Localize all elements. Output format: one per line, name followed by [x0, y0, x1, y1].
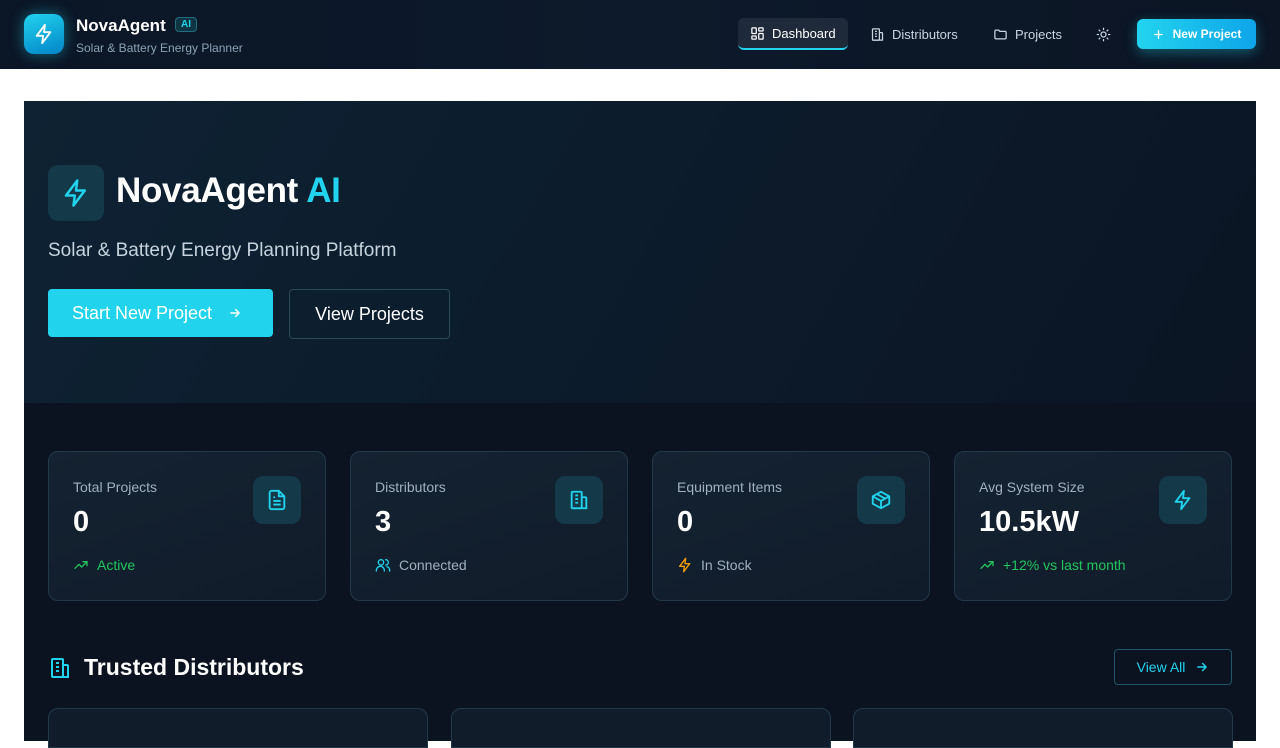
- distributor-card[interactable]: [853, 708, 1233, 748]
- nav-projects[interactable]: Projects: [981, 18, 1074, 50]
- users-icon: [375, 557, 391, 573]
- stat-footer-text: In Stock: [701, 557, 752, 573]
- stat-footer: Active: [73, 557, 135, 573]
- sun-icon[interactable]: [1091, 22, 1115, 46]
- brand-subtitle: Solar & Battery Energy Planner: [76, 41, 243, 55]
- nav-dashboard[interactable]: Dashboard: [738, 18, 848, 50]
- document-icon: [253, 476, 301, 524]
- distributor-card[interactable]: [48, 708, 428, 748]
- stat-footer: In Stock: [677, 557, 752, 573]
- hero-section: NovaAgent AI Solar & Battery Energy Plan…: [24, 101, 1256, 403]
- stat-footer-text: Connected: [399, 557, 467, 573]
- nav-dashboard-label: Dashboard: [772, 25, 836, 41]
- arrow-right-icon: [1195, 660, 1209, 674]
- stat-label: Avg System Size: [979, 479, 1085, 495]
- stat-value: 0: [73, 506, 90, 538]
- building-icon: [870, 27, 885, 42]
- dashboard-main: NovaAgent AI Solar & Battery Energy Plan…: [24, 101, 1256, 748]
- arrow-right-icon: [228, 306, 242, 320]
- bolt-icon: [1159, 476, 1207, 524]
- hero-title-main: NovaAgent: [116, 171, 299, 210]
- start-new-project-button[interactable]: Start New Project: [48, 289, 273, 337]
- stat-label: Equipment Items: [677, 479, 783, 495]
- view-projects-button[interactable]: View Projects: [289, 289, 450, 339]
- stat-footer: +12% vs last month: [979, 557, 1126, 573]
- section-title-text: Trusted Distributors: [84, 654, 304, 680]
- hero-title-accent: AI: [306, 171, 341, 210]
- hero-subtitle: Solar & Battery Energy Planning Platform: [48, 240, 397, 261]
- building-icon: [555, 476, 603, 524]
- box-icon: [857, 476, 905, 524]
- nav-distributors-label: Distributors: [892, 26, 958, 42]
- building-icon: [48, 656, 72, 680]
- distributor-card[interactable]: [451, 708, 831, 748]
- section-title: Trusted Distributors: [48, 654, 304, 681]
- start-new-project-label: Start New Project: [72, 302, 213, 323]
- stat-card-equipment: Equipment Items 0 In Stock: [652, 451, 930, 601]
- stat-card-avg-system-size: Avg System Size 10.5kW +12% vs last mont…: [954, 451, 1232, 601]
- stat-card-total-projects: Total Projects 0 Active: [48, 451, 326, 601]
- stat-footer-text: +12% vs last month: [1003, 557, 1126, 573]
- trending-up-icon: [979, 557, 995, 573]
- dashboard-icon: [750, 26, 765, 41]
- bolt-icon: [677, 557, 693, 573]
- ai-badge: AI: [175, 17, 197, 32]
- top-navbar: NovaAgent AI Solar & Battery Energy Plan…: [0, 0, 1280, 69]
- hero-title: NovaAgent AI: [116, 171, 341, 211]
- nav-projects-label: Projects: [1015, 26, 1062, 42]
- stat-value: 3: [375, 506, 392, 538]
- brand-name[interactable]: NovaAgent: [76, 16, 166, 36]
- new-project-button[interactable]: New Project: [1137, 19, 1256, 49]
- new-project-label: New Project: [1172, 27, 1242, 41]
- folder-icon: [993, 27, 1008, 42]
- stat-footer: Connected: [375, 557, 467, 573]
- trending-up-icon: [73, 557, 89, 573]
- stat-value: 0: [677, 506, 694, 538]
- bolt-icon: [48, 165, 104, 221]
- view-all-button[interactable]: View All: [1114, 649, 1232, 685]
- stat-label: Total Projects: [73, 479, 158, 495]
- view-all-label: View All: [1136, 659, 1186, 675]
- stat-card-distributors: Distributors 3 Connected: [350, 451, 628, 601]
- plus-icon: [1152, 28, 1165, 41]
- nav-distributors[interactable]: Distributors: [858, 18, 970, 50]
- stat-label: Distributors: [375, 479, 446, 495]
- stat-value: 10.5kW: [979, 506, 1079, 538]
- stat-footer-text: Active: [97, 557, 136, 573]
- bolt-icon[interactable]: [24, 14, 64, 54]
